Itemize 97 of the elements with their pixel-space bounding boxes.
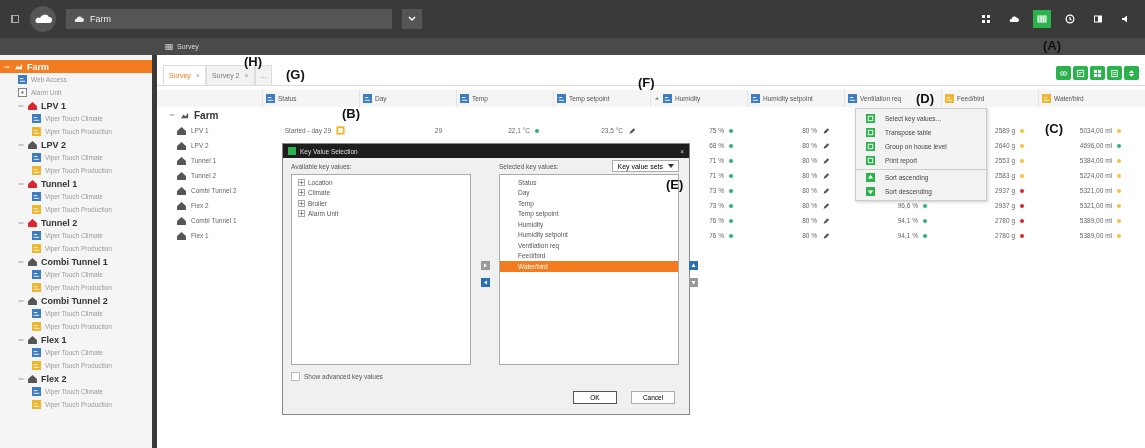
production-icon (32, 400, 41, 409)
callout-label: (F) (638, 75, 655, 90)
callout-label: (C) (1045, 121, 1064, 136)
transpose-icon (1076, 68, 1085, 78)
print-button[interactable] (1107, 66, 1122, 80)
group-button[interactable] (1090, 66, 1105, 80)
collapse-icon[interactable] (18, 219, 24, 226)
left-arrow-icon (482, 279, 488, 285)
transpose-icon (866, 127, 875, 137)
collapse-icon[interactable] (18, 141, 24, 148)
callout-label: (D) (916, 91, 935, 106)
up-arrow-icon (690, 262, 696, 268)
climate-icon (32, 387, 41, 396)
view-icon (1059, 68, 1068, 78)
cloud-icon (1009, 14, 1019, 24)
tree-item[interactable]: Flex 1 (0, 333, 152, 346)
collapse-icon[interactable] (18, 336, 24, 343)
climate-icon (751, 94, 760, 103)
transpose-button[interactable] (1073, 66, 1088, 80)
production-icon (32, 166, 41, 175)
view-button[interactable] (1056, 66, 1071, 80)
tree-item[interactable]: Combi Tunnel 1 (0, 255, 152, 268)
group-icon (866, 141, 875, 151)
climate-icon (848, 94, 857, 103)
climate-icon (32, 153, 41, 162)
climate-icon (32, 309, 41, 318)
history-icon (1065, 14, 1075, 24)
app-icon (288, 147, 296, 155)
production-icon (32, 244, 41, 253)
alarm-unit-icon (18, 88, 27, 97)
climate-icon (32, 231, 41, 240)
panel-icon (1093, 14, 1103, 24)
collapse-icon[interactable] (18, 180, 24, 187)
production-icon (32, 205, 41, 214)
caret-icon (668, 164, 674, 168)
tree-item[interactable]: LPV 1 (0, 99, 152, 112)
collapse-icon[interactable] (18, 102, 24, 109)
climate-icon (460, 94, 469, 103)
production-icon (32, 127, 41, 136)
checkbox[interactable] (291, 372, 300, 381)
up-icon (866, 172, 875, 182)
cloud-logo-icon[interactable] (30, 6, 56, 32)
down-icon (866, 186, 875, 196)
tree-item[interactable]: Flex 2 (0, 372, 152, 385)
production-icon (32, 283, 41, 292)
table-button[interactable] (1033, 10, 1051, 28)
chevron-icon (408, 16, 416, 22)
expand-icon[interactable] (298, 189, 305, 197)
collapse-icon[interactable] (18, 258, 24, 265)
sort-icon (1127, 68, 1136, 78)
table-icon (165, 42, 173, 51)
climate-icon (363, 94, 372, 103)
collapse-icon[interactable] (18, 297, 24, 304)
climate-icon (663, 94, 672, 103)
production-icon (945, 94, 954, 103)
farm-icon (14, 62, 23, 71)
production-icon (336, 126, 345, 135)
sort-button[interactable] (1124, 66, 1139, 80)
print-icon (866, 155, 875, 165)
pencil-icon (628, 126, 636, 135)
callout-label: (B) (342, 106, 361, 121)
tree-item[interactable]: LPV 2 (0, 138, 152, 151)
grid-icon (981, 14, 991, 24)
group-icon (1093, 68, 1102, 78)
collapse-icon[interactable] (4, 63, 10, 70)
expand-icon[interactable] (298, 178, 305, 186)
cloud-icon (74, 14, 84, 24)
climate-icon (32, 192, 41, 201)
group-title: Farm (194, 109, 219, 121)
tree-item[interactable]: Combi Tunnel 2 (0, 294, 152, 307)
production-icon (1042, 94, 1051, 103)
down-arrow-icon (690, 279, 696, 285)
callout-label: (E) (666, 177, 684, 192)
production-icon (32, 361, 41, 370)
climate-icon (32, 270, 41, 279)
climate-icon (32, 348, 41, 357)
view-icon (866, 113, 875, 123)
climate-icon (557, 94, 566, 103)
dropdown-button[interactable] (402, 9, 422, 29)
collapse-icon[interactable] (18, 375, 24, 382)
climate-icon (266, 94, 275, 103)
expand-icon[interactable] (298, 210, 305, 218)
callout-label: (A) (1043, 38, 1062, 53)
location-selector[interactable]: Farm (66, 9, 392, 29)
callout-label: (G) (286, 67, 305, 82)
right-arrow-icon (482, 262, 488, 268)
table-icon (1037, 14, 1047, 24)
tree-item[interactable]: Tunnel 2 (0, 216, 152, 229)
expand-icon[interactable] (298, 199, 305, 207)
tree-item[interactable]: Tunnel 1 (0, 177, 152, 190)
collapse-icon[interactable] (169, 112, 175, 118)
production-icon (32, 322, 41, 331)
sidebar-toggle-icon[interactable] (10, 14, 20, 24)
move-button[interactable] (480, 277, 490, 287)
print-icon (1110, 68, 1119, 78)
order-button[interactable] (688, 260, 698, 270)
climate-icon (32, 114, 41, 123)
